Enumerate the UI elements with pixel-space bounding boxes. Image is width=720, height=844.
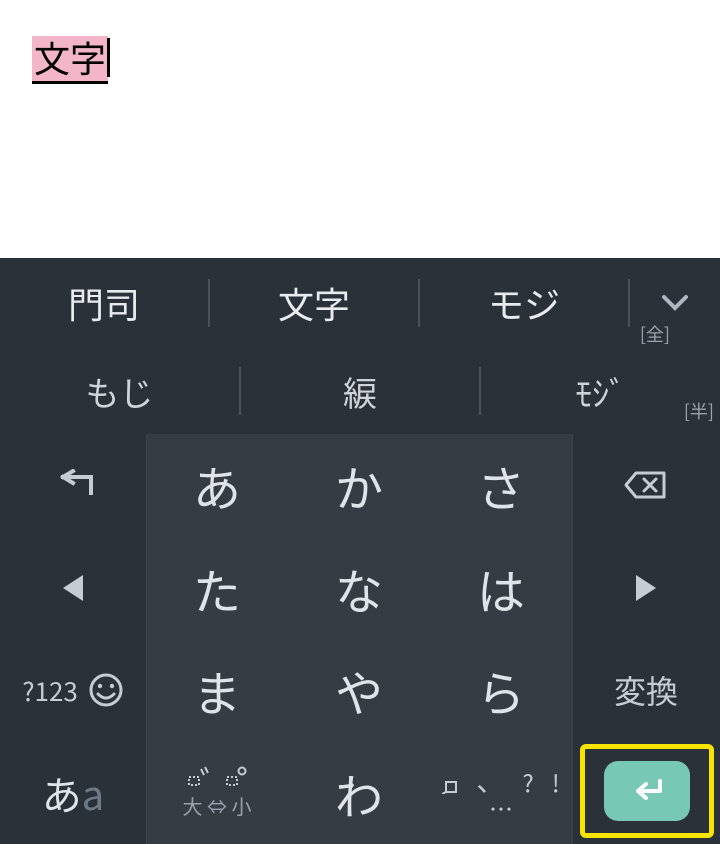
enter-icon — [628, 777, 666, 805]
delete-icon — [624, 469, 668, 501]
divider — [146, 434, 147, 844]
punctuation-key[interactable]: 、 ? ! … — [430, 742, 572, 844]
key-ra[interactable]: ら — [430, 639, 572, 742]
candidate-bottom-2[interactable]: ﾓｼﾞ [半] — [481, 367, 720, 416]
candidate-top-0[interactable]: 門司 — [0, 277, 208, 329]
candidate-bottom-1[interactable]: 綟 — [241, 367, 480, 416]
divider — [572, 434, 573, 844]
key-ta[interactable]: た — [146, 537, 288, 640]
candidate-row-bottom: もじ 綟 ﾓｼﾞ [半] — [0, 348, 720, 434]
chevron-down-icon — [661, 293, 689, 313]
composing-text: 文字 — [32, 36, 108, 84]
dakuten-icon — [187, 765, 209, 787]
cursor-right-key[interactable] — [572, 537, 720, 640]
ime-keyboard: 門司 文字 モジ [全] もじ 綟 ﾓｼﾞ [半] あ — [0, 258, 720, 844]
lang-en-label: a — [82, 764, 105, 822]
key-sa[interactable]: さ — [430, 434, 572, 537]
key-ka[interactable]: か — [288, 434, 430, 537]
symbols-emoji-key[interactable]: ?123 — [0, 639, 146, 742]
numsym-label: ?123 — [22, 672, 78, 709]
candidate-label: ﾓｼﾞ — [575, 367, 626, 416]
candidate-top-2[interactable]: モジ [全] — [420, 277, 628, 329]
expand-candidates-button[interactable] — [630, 293, 720, 313]
candidate-label: モジ — [488, 277, 560, 329]
lang-jp-label: あ — [42, 764, 82, 822]
candidate-row-top: 門司 文字 モジ [全] — [0, 258, 720, 348]
ellipsis-label: … — [489, 796, 513, 820]
halfwidth-badge: [半] — [684, 398, 714, 424]
handakuten-icon — [225, 765, 247, 787]
henkan-key[interactable]: 変換 — [572, 639, 720, 742]
dakuten-icons — [187, 765, 247, 787]
key-a[interactable]: あ — [146, 434, 288, 537]
delete-key[interactable] — [572, 434, 720, 537]
key-na[interactable]: な — [288, 537, 430, 640]
key-ha[interactable]: は — [430, 537, 572, 640]
question-label: ? — [522, 770, 533, 794]
size-toggle-label: 大 ⇔ 小 — [183, 791, 252, 820]
kuten-icon — [442, 776, 458, 794]
dakuten-size-key[interactable]: 大 ⇔ 小 — [146, 742, 288, 844]
undo-icon — [49, 469, 97, 501]
enter-key-highlight — [580, 744, 714, 838]
fullwidth-badge: [全] — [640, 321, 670, 347]
exclaim-label: ! — [552, 770, 560, 794]
key-wa[interactable]: わ — [288, 742, 430, 844]
key-ya[interactable]: や — [288, 639, 430, 742]
candidate-top-1[interactable]: 文字 — [210, 277, 418, 329]
triangle-left-icon — [63, 575, 83, 601]
emoji-icon — [88, 672, 124, 708]
candidate-bottom-0[interactable]: もじ — [0, 367, 239, 416]
undo-key[interactable] — [0, 434, 146, 537]
text-input-area[interactable]: 文字 — [0, 0, 720, 258]
triangle-right-icon — [636, 575, 656, 601]
enter-key[interactable] — [604, 761, 690, 821]
key-ma[interactable]: ま — [146, 639, 288, 742]
cursor-left-key[interactable] — [0, 537, 146, 640]
language-toggle-key[interactable]: あa — [0, 742, 146, 844]
